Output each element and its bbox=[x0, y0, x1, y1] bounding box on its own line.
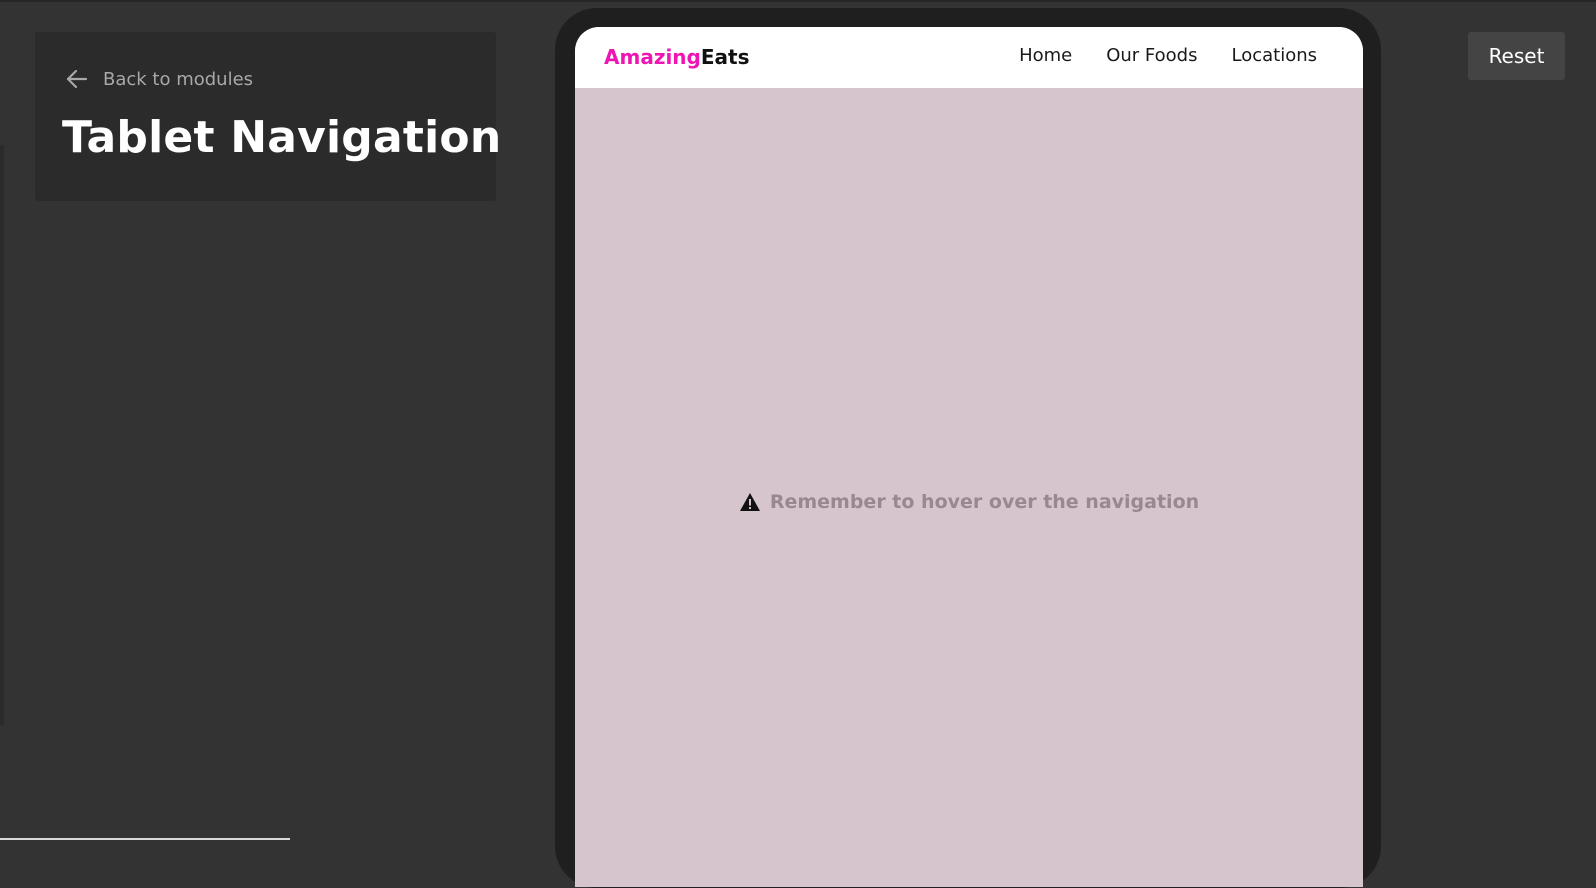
back-link-label: Back to modules bbox=[103, 68, 254, 90]
hover-notice: Remember to hover over the navigation bbox=[575, 491, 1363, 513]
nav-link-locations[interactable]: Locations bbox=[1231, 45, 1317, 66]
page-title: Tablet Navigation bbox=[62, 112, 502, 163]
module-header-card: Back to modules Tablet Navigation bbox=[35, 32, 501, 201]
top-border bbox=[0, 0, 1596, 2]
logo-text-eats: Eats bbox=[700, 45, 750, 69]
reset-button[interactable]: Reset bbox=[1468, 32, 1565, 80]
site-logo[interactable]: AmazingEats bbox=[604, 45, 750, 69]
tablet-device-frame: AmazingEats Home Our Foods Locations Rem… bbox=[555, 8, 1381, 888]
back-to-modules-link[interactable]: Back to modules bbox=[65, 64, 253, 94]
nav-links: Home Our Foods Locations bbox=[1019, 45, 1317, 66]
logo-text-amazing: Amazing bbox=[604, 45, 701, 69]
tablet-screen: AmazingEats Home Our Foods Locations Rem… bbox=[575, 27, 1363, 887]
arrow-left-icon bbox=[65, 67, 89, 91]
left-edge-strip bbox=[0, 145, 4, 725]
nav-link-our-foods[interactable]: Our Foods bbox=[1106, 45, 1197, 66]
site-navigation-bar: AmazingEats Home Our Foods Locations bbox=[575, 27, 1363, 88]
notice-text: Remember to hover over the navigation bbox=[769, 491, 1200, 513]
nav-link-home[interactable]: Home bbox=[1019, 45, 1072, 66]
warning-icon bbox=[739, 492, 770, 512]
